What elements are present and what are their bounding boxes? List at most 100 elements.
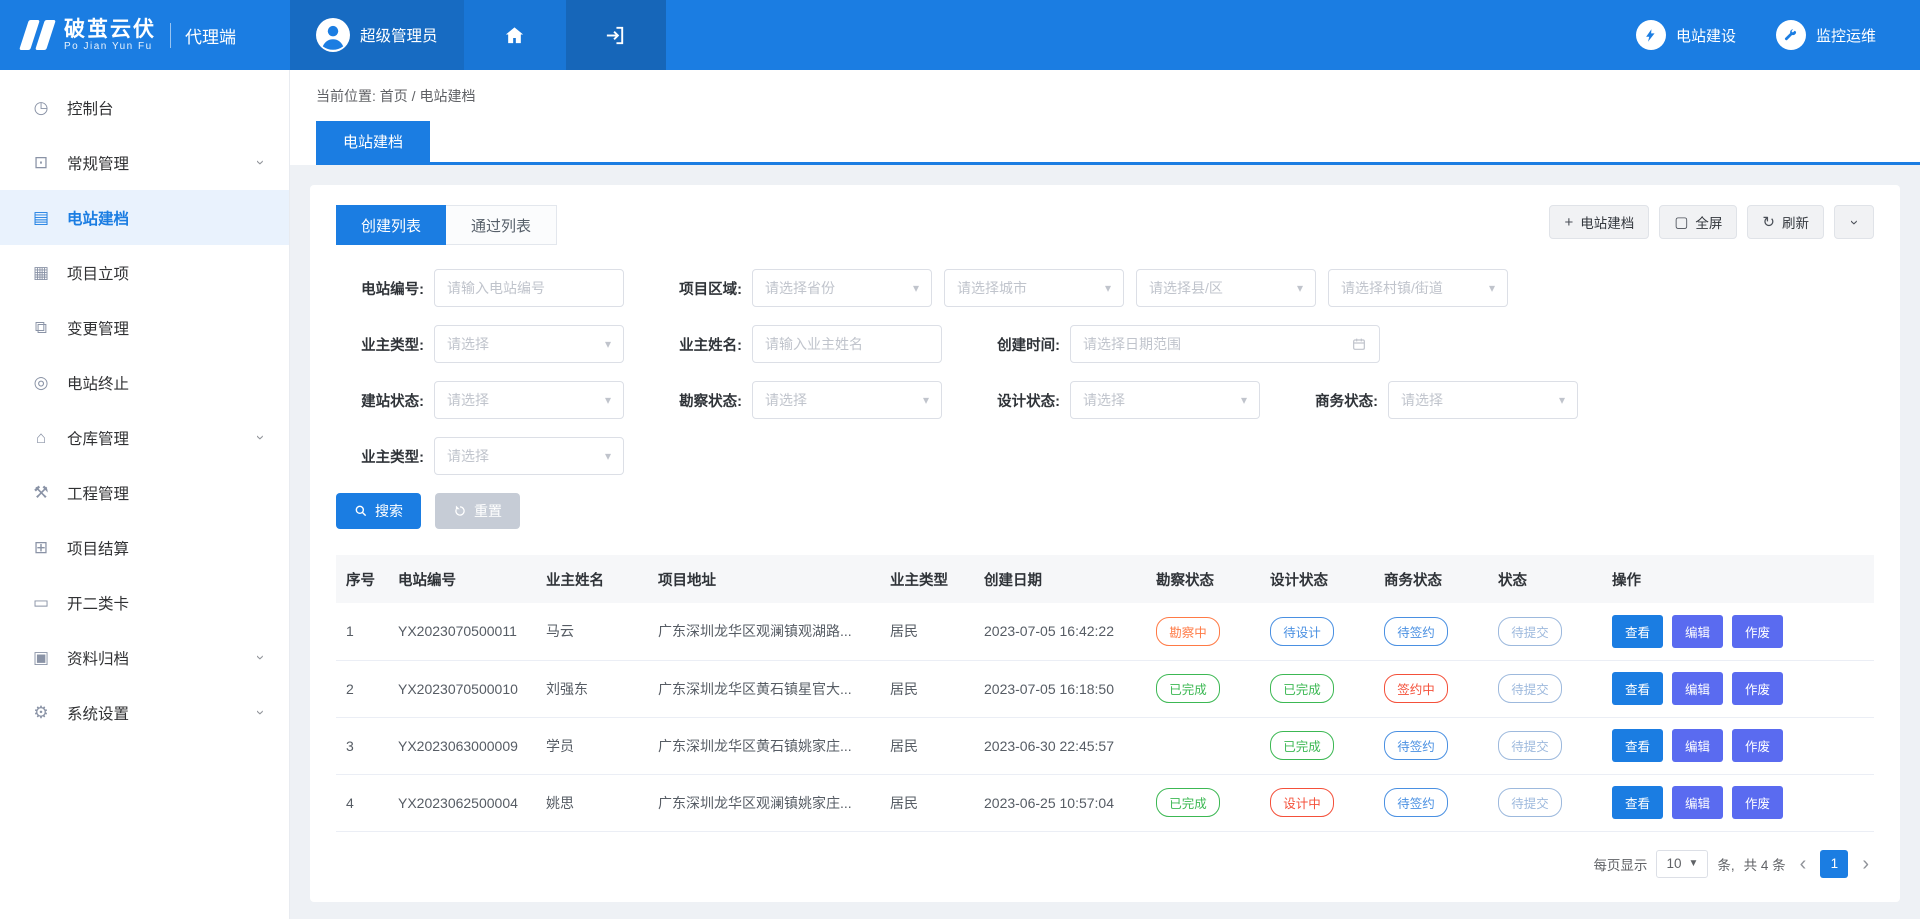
design-status-select[interactable]: 请选择▾: [1070, 381, 1260, 419]
tab-create-list[interactable]: 创建列表: [336, 205, 446, 245]
edit-button[interactable]: 编辑: [1672, 615, 1723, 648]
chevron-down-icon: ▾: [913, 281, 919, 295]
chevron-down-icon: ▾: [1297, 281, 1303, 295]
status-cell: 设计中: [1260, 774, 1374, 831]
void-button[interactable]: 作废: [1732, 786, 1783, 819]
nav-monitor-ops[interactable]: 监控运维: [1776, 20, 1876, 50]
refresh-button[interactable]: ↻ 刷新: [1747, 205, 1824, 239]
table-row: 1YX2023070500011马云广东深圳龙华区观澜镇观湖路...居民2023…: [336, 603, 1874, 660]
station-code-label: 电站编号:: [336, 278, 424, 299]
cell: 学员: [536, 717, 648, 774]
home-button[interactable]: [464, 0, 566, 70]
chevron-down-icon: ▾: [1241, 393, 1247, 407]
refresh-icon: ↻: [1762, 215, 1775, 230]
view-button[interactable]: 查看: [1612, 672, 1663, 705]
table-row: 3YX2023063000009学员广东深圳龙华区黄石镇姚家庄...居民2023…: [336, 717, 1874, 774]
sidebar-item-project-settlement[interactable]: ⊞ 项目结算 ›: [0, 520, 289, 575]
sidebar-item-console[interactable]: ◷ 控制台 ›: [0, 80, 289, 135]
fullscreen-button[interactable]: ▢ 全屏: [1659, 205, 1737, 239]
search-button[interactable]: 搜索: [336, 493, 421, 529]
void-button[interactable]: 作废: [1732, 672, 1783, 705]
view-button[interactable]: 查看: [1612, 615, 1663, 648]
sidebar-item-general-management[interactable]: ⊡ 常规管理 ›: [0, 135, 289, 190]
page-1-button[interactable]: 1: [1820, 850, 1848, 878]
cell: YX2023062500004: [388, 774, 536, 831]
column-header: 序号: [336, 555, 388, 603]
tab-passed-list[interactable]: 通过列表: [446, 205, 557, 245]
collapse-button[interactable]: ›: [1834, 205, 1874, 239]
business-status-select[interactable]: 请选择▾: [1388, 381, 1578, 419]
card-icon: ▭: [30, 593, 52, 613]
owner-name-input[interactable]: [765, 336, 929, 352]
sidebar-item-system-settings[interactable]: ⚙ 系统设置 ›: [0, 685, 289, 740]
sidebar-item-label: 项目结算: [67, 537, 129, 559]
actions-cell: 查看编辑作废: [1602, 603, 1874, 660]
page-tab-station-archive[interactable]: 电站建档: [316, 121, 430, 162]
city-select[interactable]: 请选择城市▾: [944, 269, 1124, 307]
view-button[interactable]: 查看: [1612, 786, 1663, 819]
survey-status-select[interactable]: 请选择▾: [752, 381, 942, 419]
reset-button[interactable]: 重置: [435, 493, 520, 529]
view-button[interactable]: 查看: [1612, 729, 1663, 762]
user-menu[interactable]: 超级管理员: [290, 0, 464, 70]
prev-page-button[interactable]: ‹: [1795, 854, 1812, 874]
logo-icon: [24, 20, 51, 50]
edit-button[interactable]: 编辑: [1672, 786, 1723, 819]
edit-button[interactable]: 编辑: [1672, 672, 1723, 705]
status-cell: 待提交: [1488, 717, 1602, 774]
logout-button[interactable]: [566, 0, 666, 70]
status-cell: 已完成: [1146, 774, 1260, 831]
document-icon: ▤: [30, 208, 52, 228]
table-row: 2YX2023070500010刘强东广东深圳龙华区黄石镇星官大...居民202…: [336, 660, 1874, 717]
next-page-button[interactable]: ›: [1857, 854, 1874, 874]
cell: 居民: [880, 774, 974, 831]
sidebar-item-change-management[interactable]: ⧉ 变更管理 ›: [0, 300, 289, 355]
monitor-icon: ⊡: [30, 153, 52, 173]
sidebar-item-station-archive[interactable]: ▤ 电站建档 ›: [0, 190, 289, 245]
status-cell: 已完成: [1260, 660, 1374, 717]
void-button[interactable]: 作废: [1732, 615, 1783, 648]
build-status-select[interactable]: 请选择▾: [434, 381, 624, 419]
sidebar-item-warehouse-management[interactable]: ⌂ 仓库管理 ›: [0, 410, 289, 465]
table-row: 4YX2023062500004姚思广东深圳龙华区观澜镇姚家庄...居民2023…: [336, 774, 1874, 831]
sidebar-item-label: 工程管理: [67, 482, 129, 504]
owner-type2-select[interactable]: 请选择▾: [434, 437, 624, 475]
sidebar-item-station-termination[interactable]: ◎ 电站终止 ›: [0, 355, 289, 410]
chevron-down-icon: ›: [252, 435, 269, 440]
status-badge: 签约中: [1384, 674, 1448, 703]
status-cell: 待提交: [1488, 603, 1602, 660]
add-station-button[interactable]: + 电站建档: [1549, 205, 1649, 239]
sidebar-item-engineering-management[interactable]: ⚒ 工程管理 ›: [0, 465, 289, 520]
chevron-down-icon: ▾: [1489, 281, 1495, 295]
sidebar-item-open-class2-card[interactable]: ▭ 开二类卡 ›: [0, 575, 289, 630]
create-time-input[interactable]: [1083, 336, 1351, 352]
cell: 2023-07-05 16:18:50: [974, 660, 1146, 717]
chevron-down-icon: ▾: [923, 393, 929, 407]
actions-cell: 查看编辑作废: [1602, 717, 1874, 774]
fullscreen-icon: ▢: [1674, 215, 1688, 230]
calendar-icon: [1351, 336, 1367, 352]
town-select[interactable]: 请选择村镇/街道▾: [1328, 269, 1508, 307]
per-page-select[interactable]: 10 ▼: [1656, 850, 1708, 878]
unit-label: 条,: [1717, 854, 1734, 874]
province-select[interactable]: 请选择省份▾: [752, 269, 932, 307]
owner-type-select[interactable]: 请选择▾: [434, 325, 624, 363]
edit-button[interactable]: 编辑: [1672, 729, 1723, 762]
sidebar-item-label: 资料归档: [67, 647, 129, 669]
cell: YX2023070500010: [388, 660, 536, 717]
sidebar-item-label: 系统设置: [67, 702, 129, 724]
county-select[interactable]: 请选择县/区▾: [1136, 269, 1316, 307]
breadcrumb-home[interactable]: 首页: [380, 88, 408, 104]
station-code-input[interactable]: [447, 280, 611, 296]
chevron-down-icon: ▼: [1688, 858, 1698, 869]
cell: 广东深圳龙华区黄石镇星官大...: [648, 660, 880, 717]
sidebar-item-data-archive[interactable]: ▣ 资料归档 ›: [0, 630, 289, 685]
nav-monitor-ops-label: 监控运维: [1816, 25, 1876, 46]
void-button[interactable]: 作废: [1732, 729, 1783, 762]
cell: 广东深圳龙华区黄石镇姚家庄...: [648, 717, 880, 774]
chevron-down-icon: ▾: [605, 337, 611, 351]
status-cell: 待设计: [1260, 603, 1374, 660]
sidebar-item-project-initiation[interactable]: ▦ 项目立项 ›: [0, 245, 289, 300]
cell: 姚思: [536, 774, 648, 831]
nav-station-build[interactable]: 电站建设: [1636, 20, 1736, 50]
